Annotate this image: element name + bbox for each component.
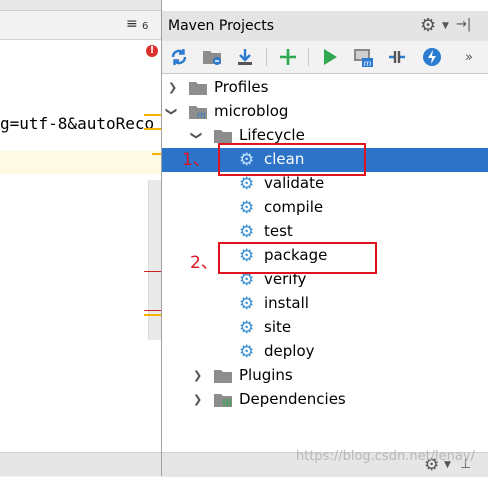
tree-item-test[interactable]: ⚙ test: [162, 220, 488, 244]
marker: [152, 153, 161, 155]
tree-item-profiles[interactable]: ❯ Profiles: [162, 76, 488, 100]
maven-title-bar: Maven Projects ⚙ ▼ →|: [162, 11, 488, 41]
reimport-icon[interactable]: [168, 46, 190, 68]
step-2-label: 2、: [190, 253, 218, 273]
collapse-arrow-icon[interactable]: ❯: [190, 131, 203, 140]
generate-sources-icon[interactable]: [202, 46, 224, 68]
tree-label: microblog: [214, 102, 289, 120]
marker: [144, 314, 161, 316]
tree-item-deploy[interactable]: ⚙ deploy: [162, 340, 488, 364]
lifecycle-folder-icon: [214, 130, 232, 143]
goal-gear-icon: ⚙: [239, 222, 255, 242]
plugins-folder-icon: [214, 370, 232, 383]
dropdown-caret-icon[interactable]: ▼: [442, 21, 449, 31]
editor-pane: ≡ 6 ! g=utf-8&autoReco: [0, 0, 161, 476]
tree-label: test: [264, 222, 293, 240]
goal-gear-icon: ⚙: [239, 342, 255, 362]
marker: [144, 128, 161, 130]
toolbar-separator: [308, 48, 309, 66]
execute-goal-icon[interactable]: m: [352, 46, 374, 68]
tree-item-site[interactable]: ⚙ site: [162, 316, 488, 340]
highlight-box-package: [218, 242, 377, 274]
toggle-offline-icon[interactable]: [386, 46, 408, 68]
profiles-folder-icon: [189, 82, 207, 95]
tree-item-compile[interactable]: ⚙ compile: [162, 196, 488, 220]
goal-gear-icon: ⚙: [239, 318, 255, 338]
tree-label: Plugins: [239, 366, 293, 384]
editor-tab-strip: [0, 0, 161, 11]
tree-label: Profiles: [214, 78, 269, 96]
step-1-label: 1、: [182, 150, 210, 170]
tree-label: Lifecycle: [239, 126, 305, 144]
skip-tests-icon[interactable]: [421, 46, 443, 68]
tree-label: deploy: [264, 342, 315, 360]
marker: [144, 271, 161, 272]
marker: [144, 114, 161, 116]
tree-label: install: [264, 294, 309, 312]
error-icon[interactable]: !: [146, 45, 158, 57]
download-icon[interactable]: [234, 46, 256, 68]
goal-gear-icon: ⚙: [239, 294, 255, 314]
tree-item-install[interactable]: ⚙ install: [162, 292, 488, 316]
expand-arrow-icon[interactable]: ❯: [193, 369, 202, 382]
expand-arrow-icon[interactable]: ❯: [168, 81, 177, 94]
maven-toolbar: m »: [162, 41, 488, 74]
svg-text:m: m: [364, 59, 372, 68]
tree-label: validate: [264, 174, 325, 192]
maven-panel: Maven Projects ⚙ ▼ →| m » ❯ Profiles ❯ m…: [162, 0, 488, 476]
more-icon[interactable]: »: [458, 46, 480, 68]
tree-label: site: [264, 318, 292, 336]
panel-title: Maven Projects: [168, 18, 275, 34]
expand-arrow-icon[interactable]: ❯: [193, 393, 202, 406]
hide-panel-icon[interactable]: →|: [456, 17, 471, 32]
tree-item-dependencies[interactable]: ❯ Dependencies: [162, 388, 488, 412]
settings-gear-icon[interactable]: ⚙: [420, 15, 436, 36]
marker: [144, 310, 161, 311]
goal-gear-icon: ⚙: [239, 270, 255, 290]
tree-item-project[interactable]: ❯ m microblog: [162, 100, 488, 124]
highlight-box-clean: [218, 143, 366, 176]
add-icon[interactable]: [277, 46, 299, 68]
goal-gear-icon: ⚙: [239, 174, 255, 194]
tree-item-plugins[interactable]: ❯ Plugins: [162, 364, 488, 388]
maven-project-icon: m: [189, 106, 207, 119]
current-line-highlight: [0, 151, 161, 174]
watermark: https://blog.csdn.net/lenay/: [296, 449, 475, 464]
menu-icon[interactable]: ≡: [126, 16, 138, 32]
collapse-arrow-icon[interactable]: ❯: [165, 107, 178, 116]
editor-status-bar: [0, 452, 161, 476]
editor-scrollbar[interactable]: [148, 180, 161, 340]
svg-text:m: m: [197, 111, 206, 119]
goal-gear-icon: ⚙: [239, 198, 255, 218]
editor-header: ≡ 6: [0, 11, 161, 40]
dependencies-folder-icon: [214, 394, 232, 407]
code-line[interactable]: g=utf-8&autoReco: [0, 114, 154, 133]
run-icon[interactable]: [319, 46, 341, 68]
tree-label: compile: [264, 198, 324, 216]
toolbar-separator: [266, 48, 267, 66]
editor-counter: 6: [142, 21, 149, 32]
tree-label: Dependencies: [239, 390, 346, 408]
